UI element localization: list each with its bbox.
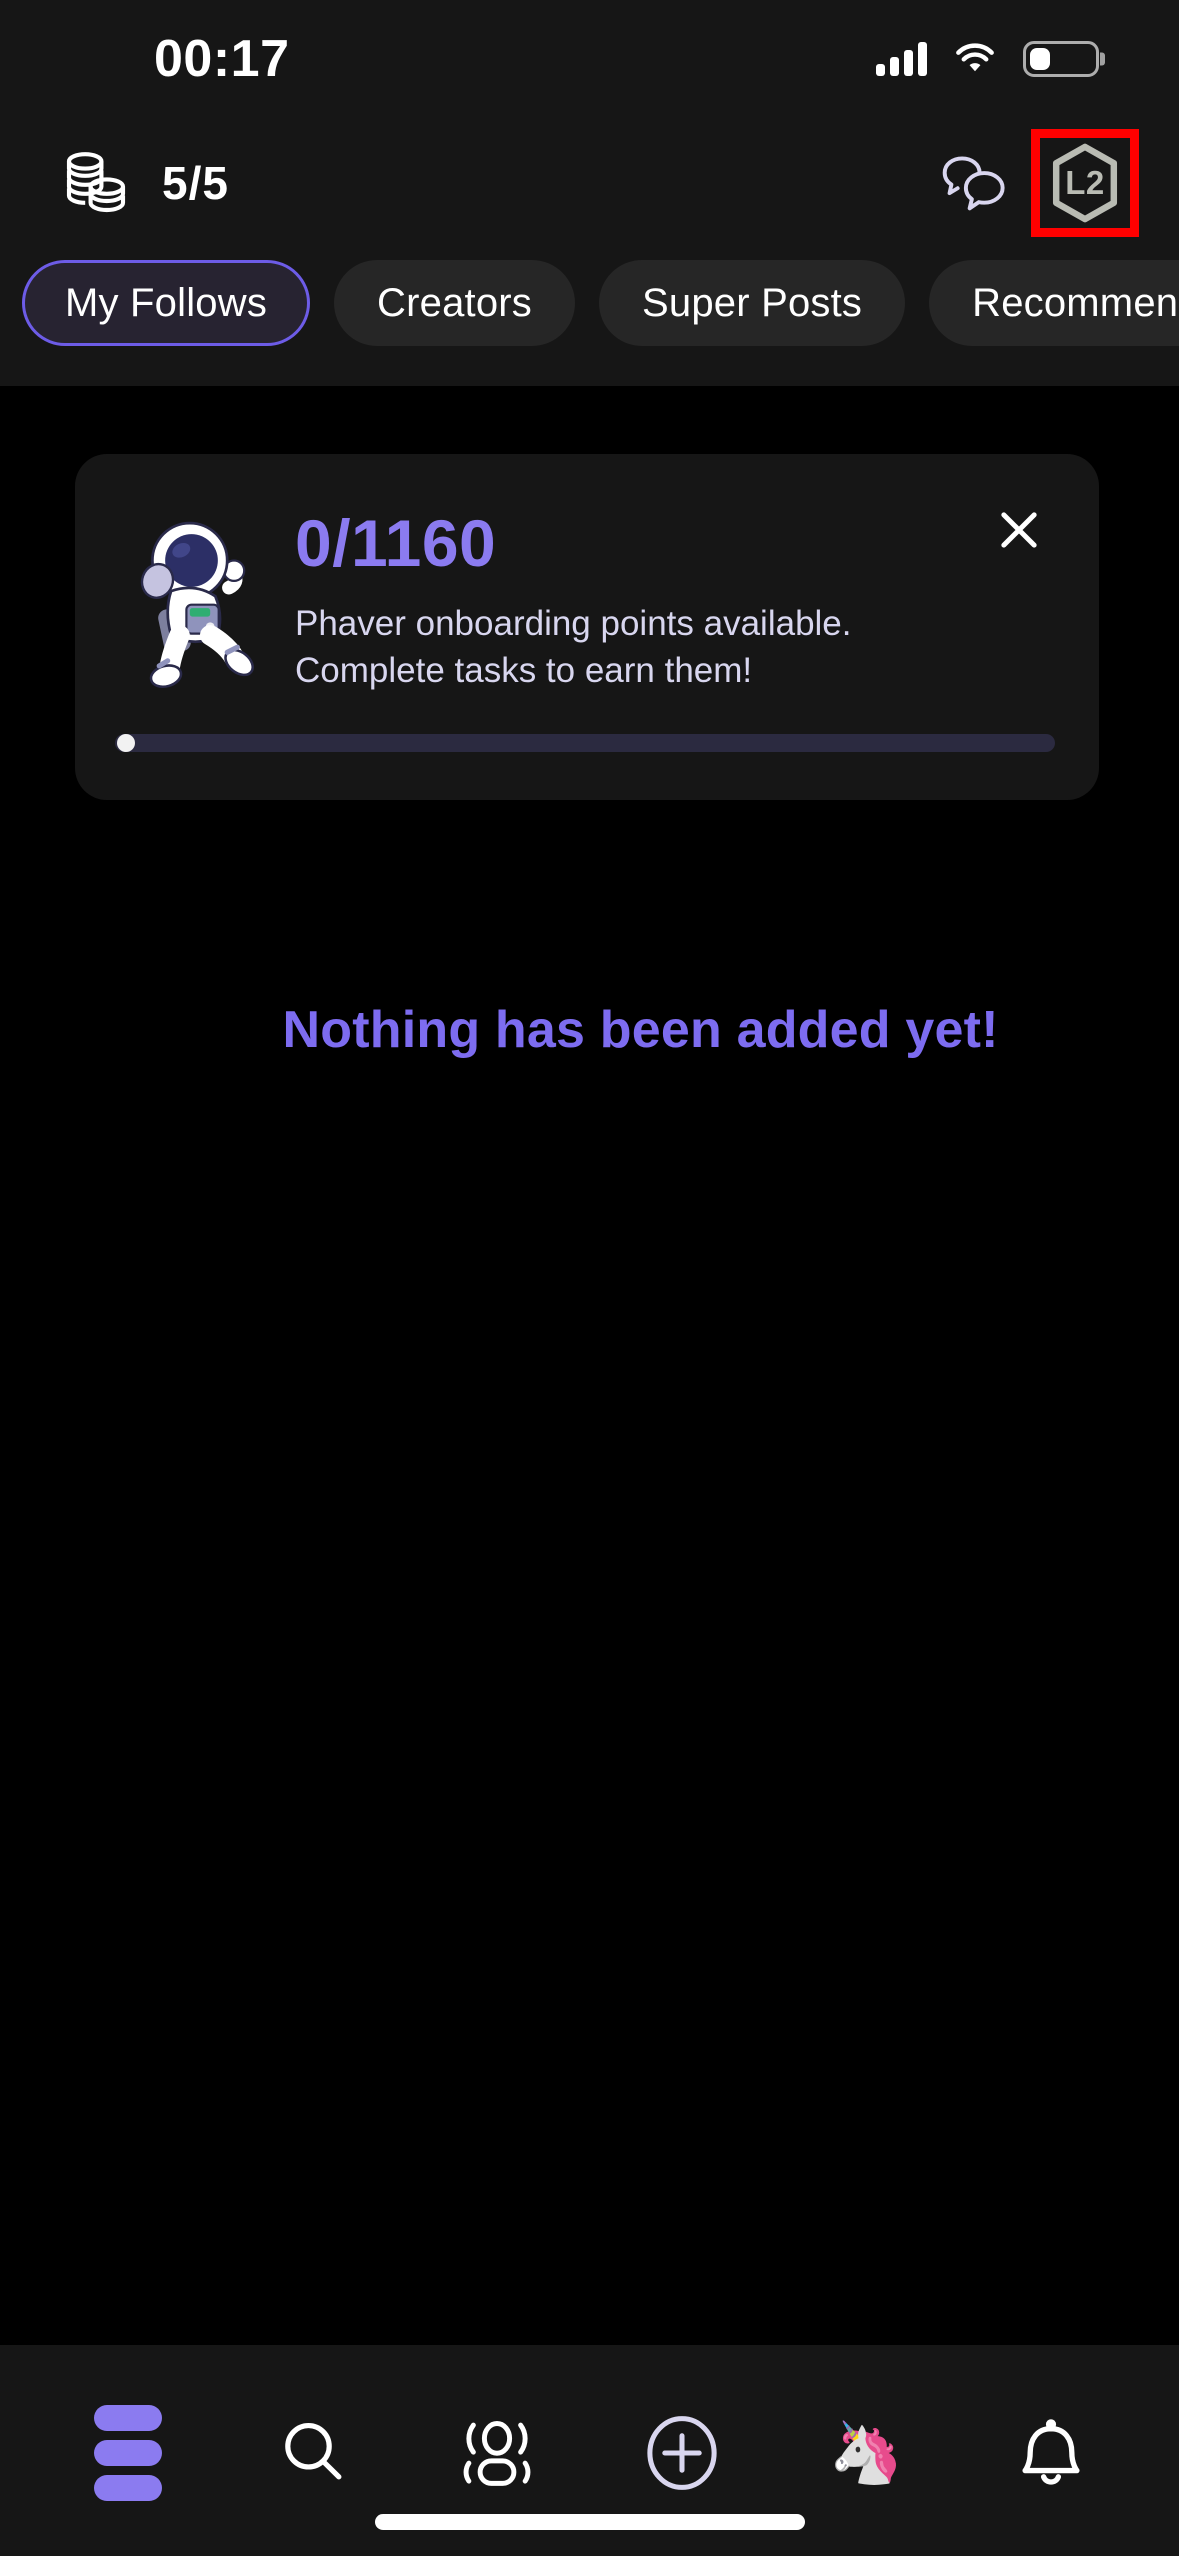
- battery-icon: [1023, 41, 1099, 77]
- onboarding-close-button[interactable]: [983, 494, 1055, 566]
- empty-state-message: Nothing has been added yet!: [283, 1000, 999, 1060]
- astronaut-illustration: [115, 508, 285, 698]
- coins-group[interactable]: 5/5: [60, 147, 229, 219]
- header-top-row: 5/5 L2: [0, 118, 1179, 248]
- chat-bubbles-icon: [941, 153, 1005, 213]
- level-badge-highlight-box: L2: [1031, 129, 1139, 237]
- empty-state: 🏖 Nothing has been added yet!: [0, 1000, 1179, 1060]
- app-header: 00:17: [0, 0, 1179, 386]
- nav-item-profile[interactable]: 🦄: [801, 2403, 931, 2503]
- plus-circle-icon: [645, 2414, 719, 2492]
- status-bar: 00:17: [0, 0, 1179, 118]
- onboarding-card[interactable]: 0/1160 Phaver onboarding points availabl…: [75, 454, 1099, 800]
- onboarding-points-value: 0/1160: [295, 510, 1055, 576]
- feed-icon: [94, 2405, 162, 2501]
- onboarding-description: Phaver onboarding points available. Comp…: [295, 600, 1055, 695]
- tab-my-follows[interactable]: My Follows: [22, 260, 310, 346]
- bottom-navigation-bar: 🦄: [0, 2345, 1179, 2556]
- onboarding-text-block: 0/1160 Phaver onboarding points availabl…: [295, 496, 1055, 695]
- nav-item-communities[interactable]: [432, 2403, 562, 2503]
- tab-my-follows-label: My Follows: [65, 281, 267, 326]
- unicorn-avatar: 🦄: [829, 2423, 904, 2483]
- cellular-signal-icon: [876, 42, 927, 76]
- nav-item-feed[interactable]: [63, 2403, 193, 2503]
- tab-recommended-label: Recommended: [972, 281, 1179, 326]
- coin-stack-icon: [60, 147, 132, 219]
- header-right-group: L2: [925, 129, 1139, 237]
- onboarding-description-line-1: Phaver onboarding points available.: [295, 600, 1055, 647]
- bell-icon: [1016, 2416, 1086, 2490]
- beach-umbrella-emoji: 🏖: [180, 1000, 256, 1060]
- wifi-icon: [953, 42, 997, 76]
- level-badge-button[interactable]: L2: [1042, 140, 1128, 226]
- main-content: 0/1160 Phaver onboarding points availabl…: [0, 386, 1179, 2345]
- tab-creators-label: Creators: [377, 281, 532, 326]
- search-icon: [277, 2417, 349, 2489]
- people-group-icon: [456, 2417, 538, 2489]
- home-indicator: [375, 2514, 805, 2530]
- status-bar-time: 00:17: [154, 29, 290, 89]
- level-badge-label: L2: [1065, 164, 1105, 202]
- nav-item-search[interactable]: [248, 2403, 378, 2503]
- tab-recommended[interactable]: Recommended: [929, 260, 1179, 346]
- nav-item-notifications[interactable]: [986, 2403, 1116, 2503]
- coins-count-label: 5/5: [162, 156, 229, 210]
- tab-creators[interactable]: Creators: [334, 260, 575, 346]
- chat-button[interactable]: [925, 135, 1021, 231]
- app-root: 00:17: [0, 0, 1179, 2556]
- tab-super-posts-label: Super Posts: [642, 281, 862, 326]
- status-bar-icons: [876, 41, 1099, 77]
- tab-super-posts[interactable]: Super Posts: [599, 260, 905, 346]
- onboarding-progress-bar: [115, 734, 1055, 752]
- onboarding-progress-handle: [117, 734, 135, 752]
- close-icon: [993, 504, 1045, 556]
- nav-item-create[interactable]: [617, 2403, 747, 2503]
- feed-tab-strip[interactable]: My Follows Creators Super Posts Recommen…: [0, 248, 1179, 386]
- onboarding-description-line-2: Complete tasks to earn them!: [295, 647, 1055, 694]
- onboarding-card-body: 0/1160 Phaver onboarding points availabl…: [115, 496, 1055, 698]
